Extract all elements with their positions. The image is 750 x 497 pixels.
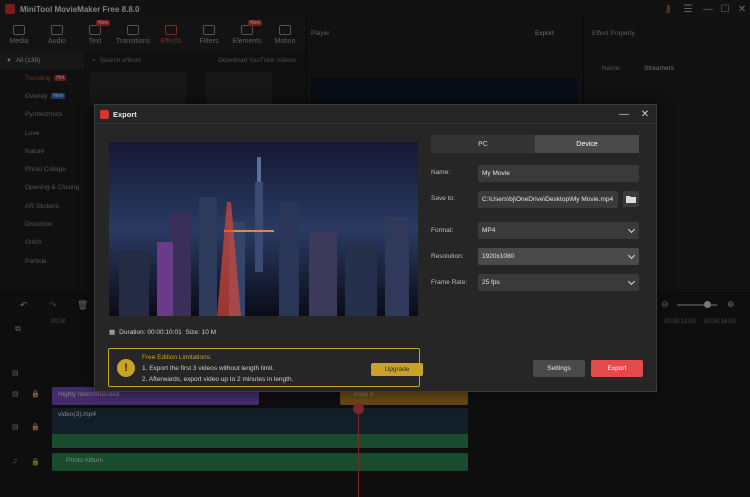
name-input[interactable]: My Movie	[478, 165, 639, 182]
save-path-input[interactable]: C:\Users\bj\OneDrive\Desktop\My Movie.mp…	[478, 191, 618, 208]
settings-button[interactable]: Settings	[533, 360, 585, 377]
folder-icon	[626, 196, 636, 203]
upgrade-button[interactable]: Upgrade	[371, 363, 423, 376]
app-window: MiniTool MovieMaker Free 8.8.0 ⚷ ☰ — ☐ ✕…	[0, 0, 750, 497]
film-icon: ▦	[109, 329, 116, 336]
minimize-button[interactable]: —	[615, 105, 633, 124]
app-logo	[100, 109, 109, 119]
format-label: Format:	[431, 227, 454, 234]
dialog-title: Export	[113, 109, 137, 119]
export-button[interactable]: Export	[591, 360, 643, 377]
notice-title: Free Edition Limitations:	[142, 354, 212, 361]
export-dialog: Export — ✕ ▦ Duration: 00:00:10:01 Size:…	[94, 104, 657, 392]
city-preview-image	[109, 142, 418, 316]
duration-value: 00:00:10:01	[147, 328, 182, 336]
name-label: Name:	[431, 169, 451, 176]
tab-device[interactable]: Device	[535, 135, 639, 153]
tab-pc[interactable]: PC	[431, 135, 535, 153]
export-target-tabs: PC Device	[431, 135, 639, 153]
dialog-close-button[interactable]: ✕	[636, 105, 654, 124]
framerate-label: Frame Rate:	[431, 279, 468, 286]
dialog-header: Export — ✕	[95, 105, 656, 124]
notice-line: 2. Afterwards, export video up to 2 minu…	[142, 376, 294, 383]
info-icon: !	[117, 359, 135, 377]
browse-folder-button[interactable]	[623, 191, 639, 207]
save-to-label: Save to:	[431, 195, 455, 202]
notice-line: 1. Export the first 3 videos without len…	[142, 365, 275, 372]
resolution-select[interactable]: 1920x1080	[478, 248, 639, 265]
framerate-select[interactable]: 25 fps	[478, 274, 639, 291]
format-select[interactable]: MP4	[478, 222, 639, 239]
free-edition-notice: ! Free Edition Limitations: 1. Export th…	[108, 348, 423, 387]
export-preview	[109, 142, 418, 316]
export-meta: ▦ Duration: 00:00:10:01 Size: 10 M	[109, 328, 217, 337]
size-value: 10 M	[201, 328, 217, 336]
resolution-label: Resolution:	[431, 253, 464, 260]
